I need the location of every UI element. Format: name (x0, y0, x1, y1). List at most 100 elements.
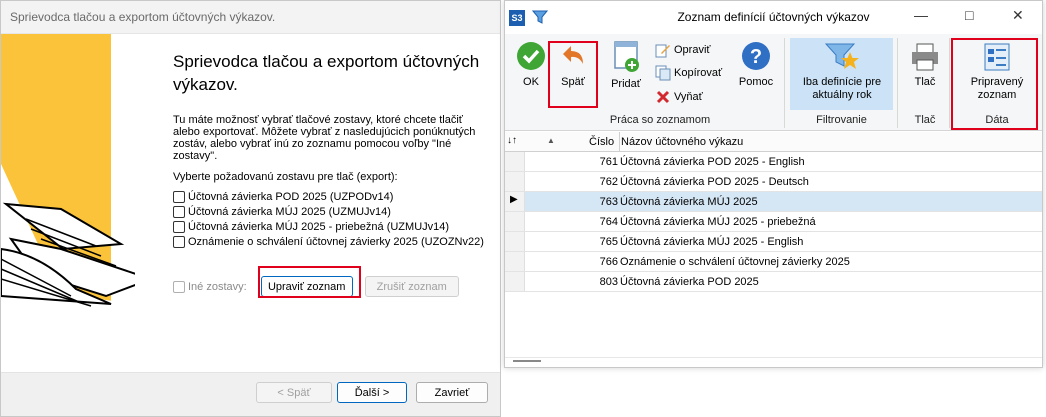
add-button[interactable]: Pridať (605, 40, 647, 91)
add-document-icon (614, 41, 639, 72)
grid-header: ↓↑ ▲ Číslo Názov účtovného výkazu (505, 132, 1042, 152)
wizard-prompt: Vyberte požadovanú zostavu pre tlač (exp… (173, 171, 398, 183)
copy-button[interactable]: Kopírovať (655, 65, 722, 81)
wizard-window: Sprievodca tlačou a exportom účtovných v… (0, 0, 501, 417)
report-option[interactable]: Oznámenie o schválení účtovnej závierky … (173, 234, 484, 249)
row-header[interactable] (505, 232, 525, 251)
printer-icon (912, 43, 938, 71)
row-header[interactable]: ▶ (505, 192, 525, 211)
report-option[interactable]: Účtovná závierka MÚJ 2025 (UZMUJv14) (173, 204, 484, 219)
row-number: 803 (599, 276, 618, 288)
checkbox[interactable] (173, 205, 185, 218)
column-header-number[interactable]: Číslo (589, 136, 614, 148)
other-reports-label: Iné zostavy: (188, 280, 247, 293)
wizard-heading: Sprievodca tlačou a exportom účtovných v… (173, 52, 480, 94)
print-label: Tlač (914, 76, 936, 88)
report-option[interactable]: Účtovná závierka POD 2025 (UZPODv14) (173, 189, 484, 204)
definitions-window: S3 Zoznam definícií účtovných výkazov — … (504, 0, 1043, 368)
report-option[interactable]: Účtovná závierka MÚJ 2025 - priebežná (U… (173, 219, 484, 234)
column-divider (619, 132, 620, 152)
cancel-list-button[interactable]: Zrušiť zoznam (364, 276, 459, 297)
pencil-icon (655, 44, 670, 58)
separator (897, 38, 898, 128)
table-row[interactable]: 765 Účtovná závierka MÚJ 2025 - English (505, 232, 1042, 252)
grid-footer (505, 357, 1042, 367)
wizard-description: Tu máte možnosť vybrať tlačové zostavy, … (173, 114, 476, 162)
row-number: 761 (599, 156, 618, 168)
ok-label: OK (523, 76, 539, 88)
row-number: 764 (599, 216, 618, 228)
help-label: Pomoc (738, 76, 774, 88)
separator (949, 38, 950, 128)
table-row[interactable]: 761 Účtovná závierka POD 2025 - English (505, 152, 1042, 172)
row-header[interactable] (505, 252, 525, 271)
checkbox[interactable] (173, 220, 185, 233)
grip-icon[interactable] (513, 360, 541, 362)
current-row-arrow-icon: ▶ (510, 194, 518, 205)
back-button[interactable]: < Späť (256, 382, 332, 403)
table-row[interactable]: 766 Oznámenie o schválení účtovnej závier… (505, 252, 1042, 272)
row-header[interactable] (505, 272, 525, 291)
row-header[interactable] (505, 172, 525, 191)
wizard-book-illustration (1, 34, 135, 372)
filter-label: Iba definície pre aktuálny rok (802, 76, 882, 101)
help-icon: ? (742, 42, 770, 70)
sort-asc-icon: ▲ (547, 136, 555, 145)
list-window-title: Zoznam definícií účtovných výkazov (677, 10, 870, 24)
row-name: Účtovná závierka POD 2025 (620, 276, 759, 288)
wizard-footer: < Späť Ďalší > Zavrieť (1, 372, 500, 416)
row-number: 763 (599, 196, 618, 208)
row-header[interactable] (505, 212, 525, 231)
report-option-label: Účtovná závierka POD 2025 (UZPODv14) (188, 190, 394, 203)
checkbox[interactable] (173, 235, 185, 248)
column-header-name[interactable]: Názov účtovného výkazu (621, 136, 743, 148)
table-row[interactable]: 764 Účtovná závierka MÚJ 2025 - priebežná (505, 212, 1042, 232)
definitions-grid: ↓↑ ▲ Číslo Názov účtovného výkazu 761 Účt… (505, 132, 1042, 367)
help-button[interactable]: ? Pomoc (733, 40, 779, 89)
table-row[interactable]: 803 Účtovná závierka POD 2025 (505, 272, 1042, 292)
row-name: Účtovná závierka MÚJ 2025 - priebežná (620, 216, 816, 228)
ok-button[interactable]: OK (511, 40, 551, 89)
checkbox[interactable] (173, 190, 185, 203)
next-button[interactable]: Ďalší > (337, 382, 407, 403)
wizard-body: Sprievodca tlačou a exportom účtovných v… (1, 34, 500, 372)
cut-label: Vyňať (674, 91, 703, 103)
current-year-filter-button[interactable]: Iba definície pre aktuálny rok (792, 42, 892, 102)
wizard-title-bar: Sprievodca tlačou a exportom účtovných v… (1, 1, 500, 34)
prepared-list-highlight (951, 38, 1038, 130)
report-option-label: Účtovná závierka MÚJ 2025 - priebežná (U… (188, 220, 450, 233)
maximize-icon[interactable]: □ (965, 7, 973, 23)
edit-label: Opraviť (674, 44, 711, 56)
row-number: 766 (599, 256, 618, 268)
copy-label: Kopírovať (674, 67, 723, 79)
row-number: 762 (599, 176, 618, 188)
back-highlight (548, 41, 598, 108)
ok-check-icon (517, 42, 545, 70)
report-options: Účtovná závierka POD 2025 (UZPODv14) Účt… (173, 189, 484, 249)
row-name: Účtovná závierka POD 2025 - English (620, 156, 805, 168)
print-button[interactable]: Tlač (905, 42, 945, 89)
filter-star-icon (824, 43, 859, 69)
copy-icon (655, 65, 671, 81)
close-button[interactable]: Zavrieť (416, 382, 488, 403)
add-label: Pridať (611, 78, 641, 90)
report-option-label: Oznámenie o schválení účtovnej závierky … (188, 235, 484, 248)
minimize-icon[interactable]: — (914, 7, 928, 23)
row-header[interactable] (505, 152, 525, 171)
table-row-selected[interactable]: ▶ 763 Účtovná závierka MÚJ 2025 (505, 192, 1042, 212)
ribbon: OK Späť Pridať Opraviť Kopírovať Vyňať ? (505, 34, 1042, 131)
list-title-bar: S3 Zoznam definícií účtovných výkazov — … (505, 1, 1042, 34)
row-name: Účtovná závierka MÚJ 2025 (620, 196, 758, 208)
sort-icon[interactable]: ↓↑ (507, 135, 517, 146)
row-name: Účtovná závierka MÚJ 2025 - English (620, 236, 804, 248)
group-label-work: Práca so zoznamom (609, 114, 711, 126)
close-window-icon[interactable]: ✕ (1012, 7, 1024, 24)
edit-list-highlight (258, 266, 361, 298)
table-row[interactable]: 762 Účtovná závierka POD 2025 - Deutsch (505, 172, 1042, 192)
svg-text:?: ? (750, 46, 762, 68)
group-label-filtering: Filtrovanie (816, 114, 867, 126)
edit-button[interactable]: Opraviť (655, 42, 711, 58)
cut-button[interactable]: Vyňať (655, 89, 703, 105)
row-name: Účtovná závierka POD 2025 - Deutsch (620, 176, 809, 188)
other-reports-checkbox[interactable] (173, 280, 185, 293)
